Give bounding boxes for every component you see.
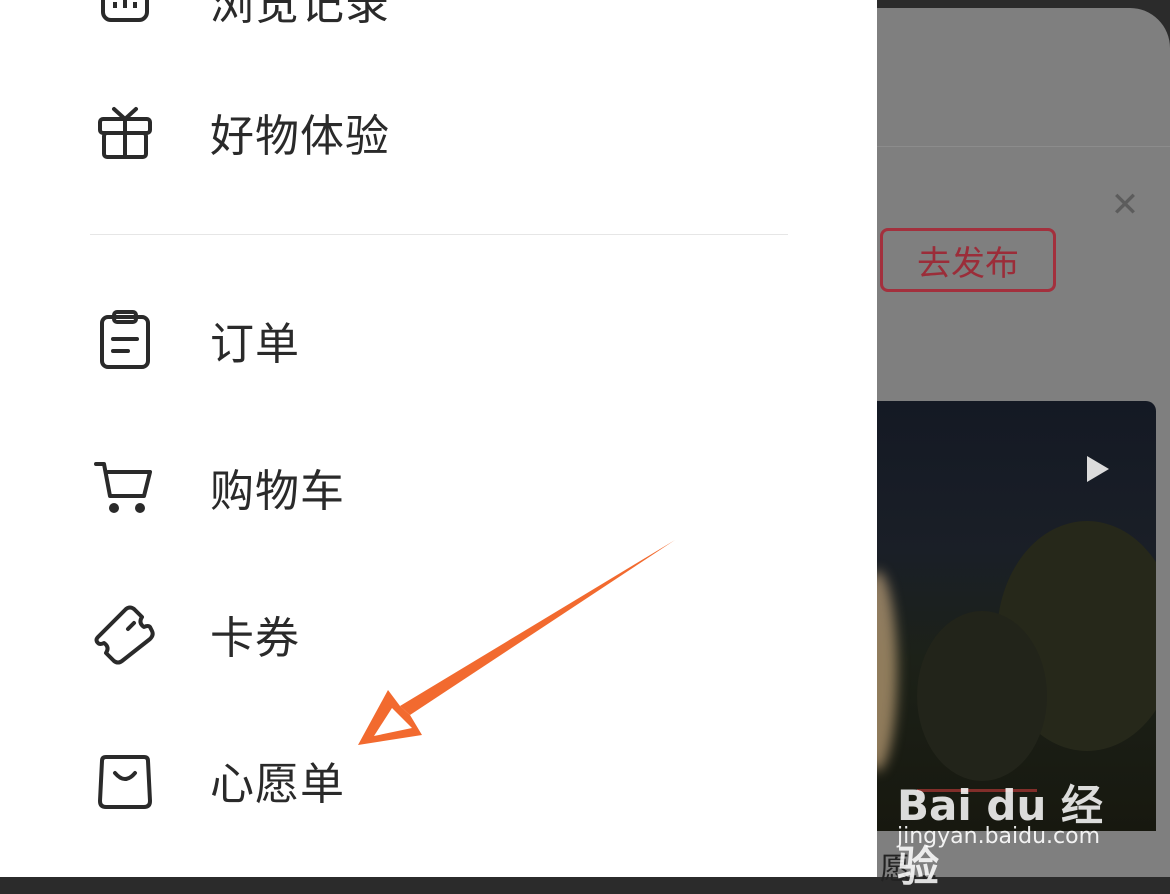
watermark-url: jingyan.baidu.com bbox=[897, 824, 1101, 849]
menu-divider bbox=[90, 234, 788, 235]
shopping-cart-icon bbox=[90, 452, 160, 522]
menu-label-wishlist: 心愿单 bbox=[210, 759, 345, 810]
menu-label-top: 浏览记录 bbox=[210, 0, 390, 30]
publish-button[interactable]: 去发布 bbox=[880, 228, 1056, 292]
close-icon[interactable]: ✕ bbox=[1110, 188, 1140, 222]
video-scene-glow bbox=[877, 571, 897, 771]
ticket-icon bbox=[90, 599, 160, 669]
menu-label-coupons: 卡券 bbox=[210, 613, 300, 664]
baidu-jingyan-watermark: Bai du 经验 jingyan.baidu.com bbox=[897, 752, 1112, 891]
clipboard-icon bbox=[90, 305, 160, 375]
annotation-arrow-icon bbox=[358, 540, 675, 745]
menu-label-gift: 好物体验 bbox=[210, 111, 390, 162]
menu-item-top-partial[interactable]: 浏览记录 bbox=[90, 0, 790, 40]
sheet-divider bbox=[877, 146, 1170, 147]
background-page: ✕ 去发布 bbox=[877, 0, 1170, 877]
menu-item-cart[interactable]: 购物车 bbox=[90, 447, 790, 527]
menu-item-gift-experience[interactable]: 好物体验 bbox=[90, 92, 790, 172]
gift-icon bbox=[90, 97, 160, 167]
shopping-bag-icon bbox=[90, 745, 160, 815]
menu-label-cart: 购物车 bbox=[210, 466, 345, 517]
menu-label-orders: 订单 bbox=[210, 319, 300, 370]
history-icon bbox=[90, 0, 160, 35]
play-icon[interactable] bbox=[1087, 456, 1109, 482]
menu-item-orders[interactable]: 订单 bbox=[90, 300, 790, 380]
background-sheet: ✕ 去发布 bbox=[877, 8, 1170, 877]
